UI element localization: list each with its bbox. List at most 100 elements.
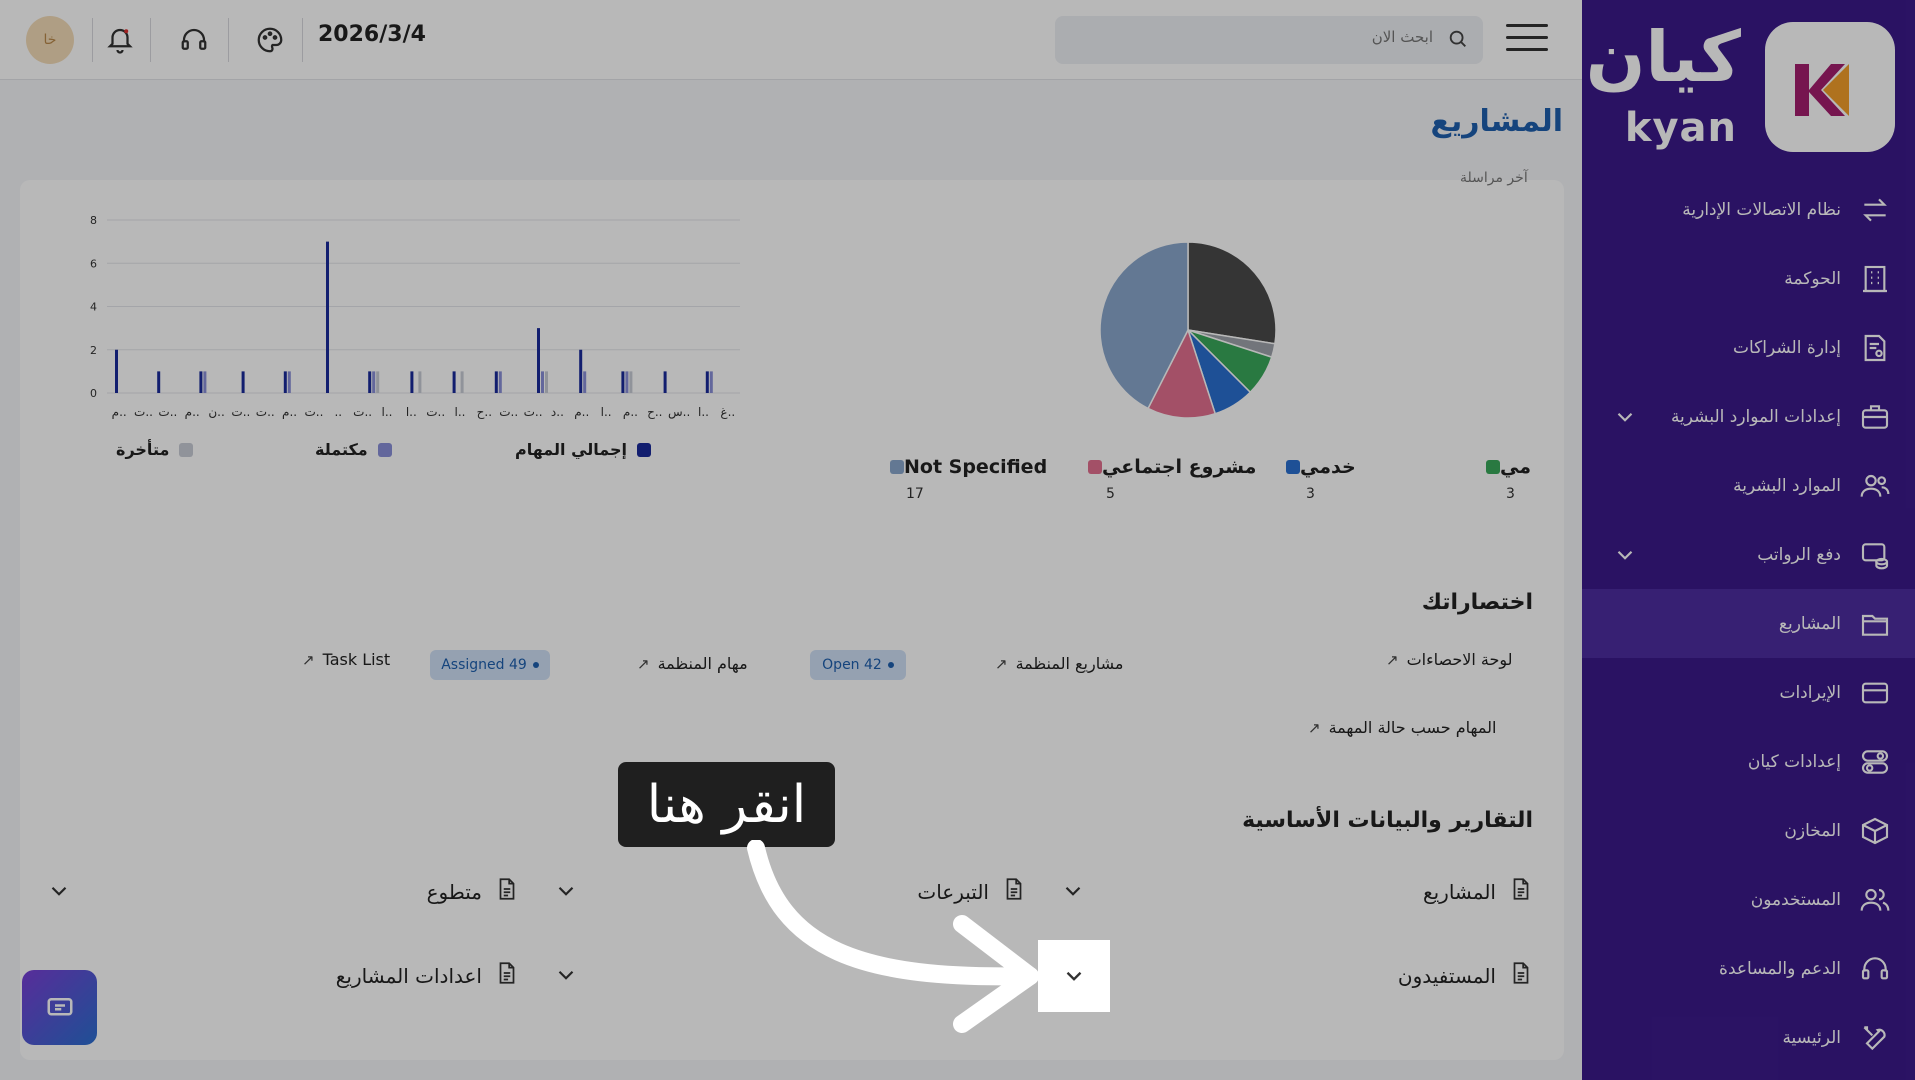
external-arrow-icon: ↗ [995,654,1008,673]
shortcut-tasks-by-status[interactable]: ↗ المهام حسب حالة المهمة [1308,718,1496,737]
bar-total [368,371,372,393]
chat-button[interactable] [22,970,97,1045]
folder-icon [1857,606,1893,642]
bar-total [157,371,161,393]
chevron-down-icon[interactable] [1612,404,1638,435]
top-bar: خا 2026/3/4 [0,0,1582,80]
chevron-down-icon[interactable] [46,878,72,908]
x-tick-label: .. [334,405,342,419]
bar-total [705,371,709,393]
legend-swatch [377,442,392,457]
shortcut-task-list[interactable]: ↗ Task List [302,650,390,669]
sidebar-item-hr-settings[interactable]: إعدادات الموارد البشرية [1582,382,1915,451]
y-tick-label: 6 [90,257,97,270]
legend-swatch [1286,460,1300,474]
sidebar-item-label: الدعم والمساعدة [1719,958,1841,979]
sidebar-item-label: إعدادات الموارد البشرية [1670,406,1841,427]
chevron-down-icon[interactable] [553,962,579,992]
shortcut-stats-dashboard[interactable]: ↗ لوحة الاحصاءات [1386,650,1513,669]
sidebar-item-hr[interactable]: الموارد البشرية [1582,451,1915,520]
x-tick-label: ت.. [353,405,372,419]
brand-logo[interactable] [1765,22,1895,152]
chevron-down-icon[interactable] [1612,542,1638,573]
legend-swatch [890,460,904,474]
chevron-down-icon [1066,971,1082,981]
legend-late: متأخرة [116,440,194,459]
chevron-down-icon[interactable] [553,878,579,908]
sidebar: كيان kyan نظام الاتصالات الإدارية الحوكم… [1582,0,1915,1080]
status-badge: Assigned 49 [430,650,550,680]
report-volunteer[interactable]: متطوع [427,876,520,907]
legend-completed: مكتملة [315,440,392,459]
bar-late [629,371,633,393]
search-icon [1447,28,1469,54]
bar-total [199,371,203,393]
sidebar-nav: نظام الاتصالات الإدارية الحوكمة إدارة ال… [1582,175,1915,1072]
legend-total: إجمالي المهام [515,440,652,459]
document-user-icon [1857,330,1893,366]
pie-legend-social: مشروع اجتماعي [1078,456,1256,478]
report-projects[interactable]: المشاريع [1423,876,1534,907]
sidebar-item-payroll[interactable]: دفع الرواتب [1582,520,1915,589]
kyan-logo-icon [1795,64,1849,116]
shortcut-org-tasks[interactable]: ↗ مهام المنظمة [637,654,748,673]
x-tick-label: ا.. [698,405,709,419]
x-tick-label: ت.. [524,405,543,419]
palette-icon[interactable] [252,22,288,58]
sidebar-item-support[interactable]: الدعم والمساعدة [1582,934,1915,1003]
brand-name-ar: كيان [1585,16,1741,98]
bar-late [460,371,464,393]
pie-legend-service: خدمي [1276,456,1356,478]
x-tick-label: م.. [623,405,638,419]
x-tick-label: ا.. [601,405,612,419]
sidebar-item-label: الحوكمة [1784,268,1841,289]
bar-total [115,349,118,393]
sidebar-item-label: إدارة الشراكات [1733,337,1841,358]
sidebar-item-kyan-settings[interactable]: إعدادات كيان [1582,727,1915,796]
shortcut-label: مهام المنظمة [657,654,748,673]
x-tick-label: ا.. [406,405,417,419]
sidebar-item-partnerships[interactable]: إدارة الشراكات [1582,313,1915,382]
sidebar-item-label: المخازن [1784,820,1841,841]
sidebar-item-label: المشاريع [1778,613,1841,634]
sidebar-item-home[interactable]: الرئيسية [1582,1003,1915,1072]
bar-total [621,371,625,393]
legend-label: خدمي [1300,456,1356,478]
sidebar-item-revenues[interactable]: الإيرادات [1582,658,1915,727]
sidebar-item-warehouses[interactable]: المخازن [1582,796,1915,865]
legend-swatch [637,442,652,457]
headset-icon[interactable] [176,22,212,58]
x-tick-label: س.. [668,405,690,420]
menu-toggle-icon[interactable] [1506,24,1548,54]
sidebar-item-users[interactable]: المستخدمون [1582,865,1915,934]
sidebar-item-governance[interactable]: الحوكمة [1582,244,1915,313]
legend-label: إجمالي المهام [515,440,628,459]
bar-completed [498,371,502,393]
bar-total [452,371,456,393]
chevron-down-icon[interactable] [1060,878,1086,908]
report-project-settings[interactable]: اعدادات المشاريع [336,960,520,991]
shortcut-org-projects[interactable]: ↗ مشاريع المنظمة [995,654,1123,673]
bell-icon[interactable] [102,22,138,58]
x-tick-label: ت.. [158,405,177,419]
bar-total [283,371,287,393]
current-date: 2026/3/4 [318,22,426,47]
report-beneficiaries[interactable]: المستفيدون [1398,960,1534,991]
bar-completed [541,371,544,393]
external-arrow-icon: ↗ [637,654,650,673]
search-box[interactable] [1055,16,1483,64]
sidebar-item-projects[interactable]: المشاريع [1582,589,1915,658]
bar-total [537,328,540,393]
document-icon [1508,876,1534,907]
divider [302,18,303,62]
x-tick-label: ت.. [134,405,153,419]
sidebar-item-label: الموارد البشرية [1733,475,1841,496]
user-avatar[interactable]: خا [26,16,74,64]
badge-label: Open 42 [822,657,882,673]
x-tick-label: ت.. [426,405,445,419]
x-tick-label: م.. [112,405,127,419]
search-input[interactable] [1093,28,1433,46]
sidebar-item-admin-communications[interactable]: نظام الاتصالات الإدارية [1582,175,1915,244]
chat-icon [47,997,72,1015]
legend-swatch [179,442,194,457]
